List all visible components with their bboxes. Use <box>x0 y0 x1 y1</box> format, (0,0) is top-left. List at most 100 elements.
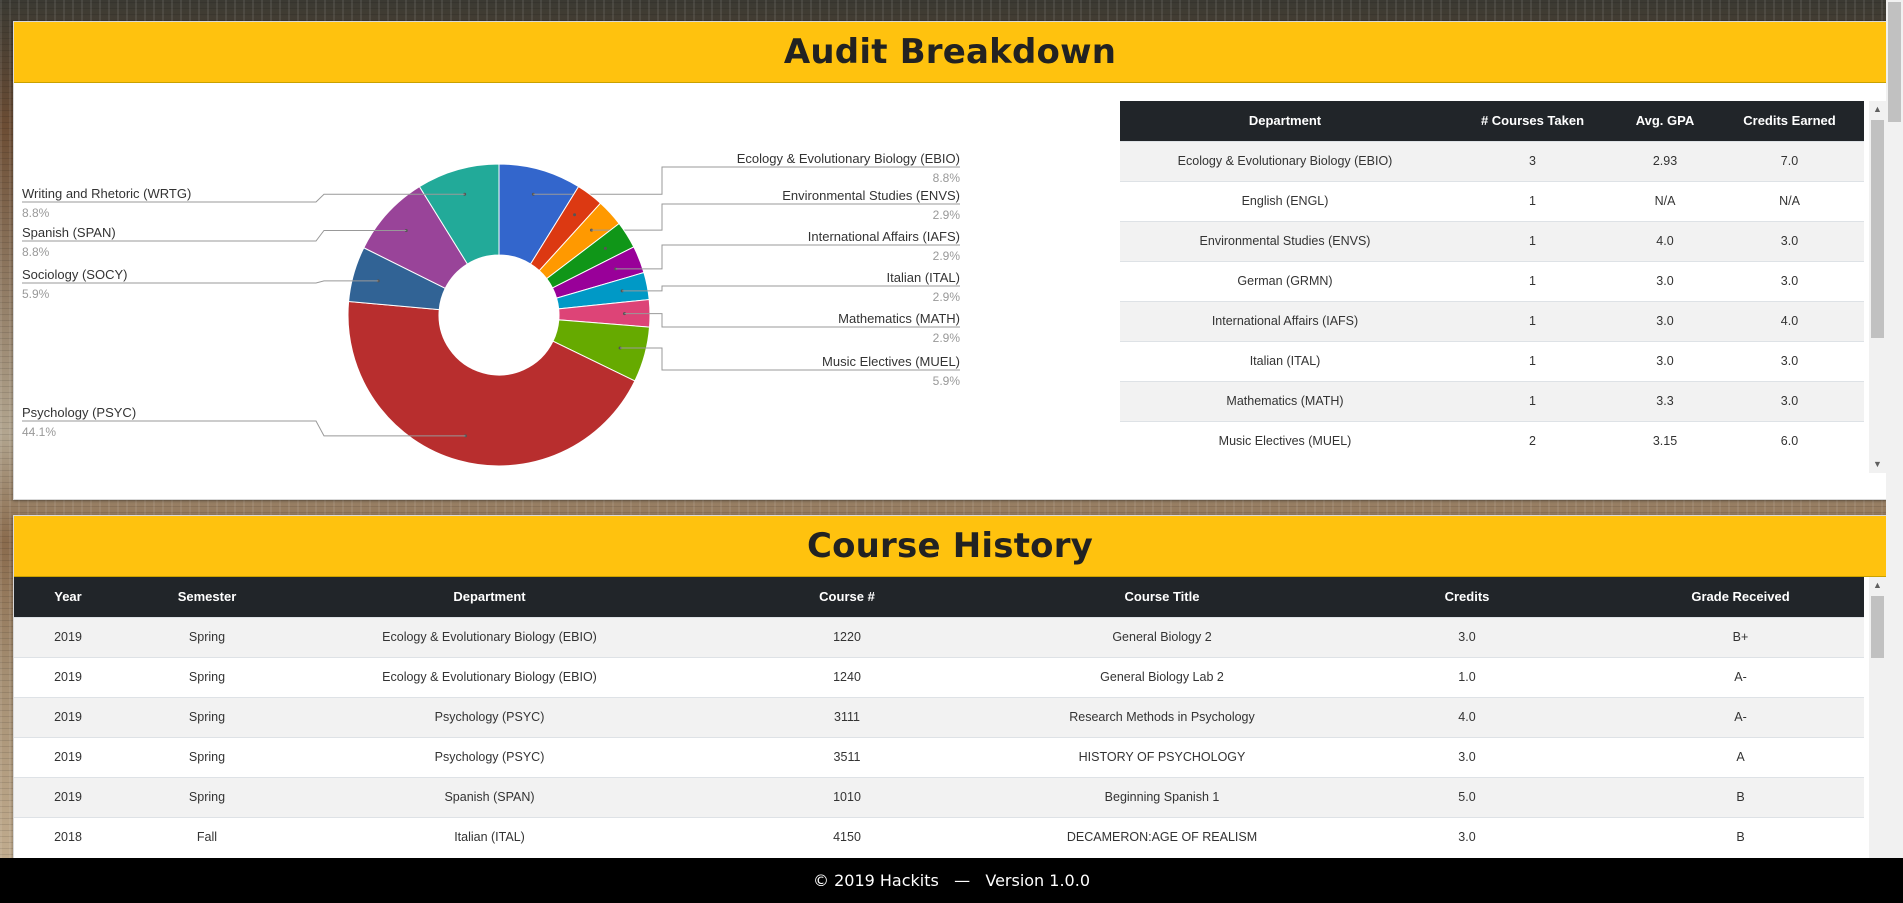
page-scrollbar[interactable] <box>1886 0 1903 858</box>
table-cell: Environmental Studies (ENVS) <box>1120 220 1450 261</box>
col-course-title[interactable]: Course Title <box>1007 577 1317 617</box>
table-cell: 3.15 <box>1615 420 1715 461</box>
history-table-container[interactable]: Year Semester Department Course # Course… <box>14 577 1864 859</box>
table-cell: 3111 <box>687 696 1007 737</box>
audit-breakdown-header: Audit Breakdown <box>14 22 1886 83</box>
table-cell: Italian (ITAL) <box>1120 340 1450 381</box>
table-cell: N/A <box>1715 180 1864 221</box>
table-cell: 2019 <box>14 656 122 697</box>
scroll-down-arrow-icon[interactable]: ▼ <box>1869 456 1886 473</box>
pie-slice-percent: 8.8% <box>22 245 50 259</box>
col-department[interactable]: Department <box>1120 101 1450 141</box>
pie-label-anchor <box>603 246 607 250</box>
audit-table-scrollbar[interactable]: ▲ ▼ <box>1869 101 1886 473</box>
table-cell: A <box>1617 736 1864 777</box>
col-course-number[interactable]: Course # <box>687 577 1007 617</box>
history-table-row[interactable]: 2019 Spring Psychology (PSYC) 3111 Research … <box>14 696 1864 737</box>
pie-leader-line <box>591 203 960 231</box>
table-cell: Psychology (PSYC) <box>292 736 687 777</box>
table-cell: 4.0 <box>1715 300 1864 341</box>
pie-slice-label: Environmental Studies (ENVS) <box>782 188 960 203</box>
table-cell: Spring <box>122 616 292 657</box>
donut-chart-svg: Ecology & Evolutionary Biology (EBIO) 8.8… <box>22 151 961 467</box>
audit-table-row[interactable]: Mathematics (MATH) 1 3.3 3.0 <box>1120 380 1864 421</box>
pie-slice-label: Mathematics (MATH) <box>838 311 960 326</box>
audit-breakdown-title: Audit Breakdown <box>783 32 1117 72</box>
scroll-thumb[interactable] <box>1871 120 1884 338</box>
table-cell: 1220 <box>687 616 1007 657</box>
history-table-scrollbar[interactable]: ▲ <box>1869 577 1886 859</box>
table-cell: International Affairs (IAFS) <box>1120 300 1450 341</box>
audit-table-row[interactable]: Italian (ITAL) 1 3.0 3.0 <box>1120 340 1864 381</box>
col-credits[interactable]: Credits <box>1317 577 1617 617</box>
audit-breakdown-card: Audit Breakdown Ecology & Evolutionary B… <box>13 21 1887 500</box>
table-cell: A- <box>1617 696 1864 737</box>
col-grade-received[interactable]: Grade Received <box>1617 577 1864 617</box>
audit-table-header-row: Department # Courses Taken Avg. GPA Cred… <box>1120 101 1864 141</box>
pie-label-anchor <box>573 213 577 217</box>
col-credits-earned[interactable]: Credits Earned <box>1715 101 1864 141</box>
table-cell: 3.0 <box>1715 380 1864 421</box>
table-cell: 1 <box>1450 340 1615 381</box>
table-cell: 1 <box>1450 220 1615 261</box>
history-table-row[interactable]: 2019 Spring Psychology (PSYC) 3511 HISTORY O… <box>14 736 1864 777</box>
history-table-header-row: Year Semester Department Course # Course… <box>14 577 1864 617</box>
table-cell: 1.0 <box>1317 656 1617 697</box>
audit-table-row[interactable]: Environmental Studies (ENVS) 1 4.0 3.0 <box>1120 220 1864 261</box>
audit-table-container[interactable]: Department # Courses Taken Avg. GPA Cred… <box>1120 101 1864 473</box>
table-cell: 3.0 <box>1715 340 1864 381</box>
table-cell: 3.0 <box>1317 816 1617 857</box>
table-cell: 1 <box>1450 300 1615 341</box>
pie-slice-label: International Affairs (IAFS) <box>808 229 960 244</box>
pie-slice-percent: 8.8% <box>933 171 961 185</box>
history-table-row[interactable]: 2019 Spring Ecology & Evolutionary Biology… <box>14 656 1864 697</box>
table-cell: 3.0 <box>1715 260 1864 301</box>
pie-slice-label: Ecology & Evolutionary Biology (EBIO) <box>737 151 960 166</box>
scroll-up-arrow-icon[interactable]: ▲ <box>1869 577 1886 594</box>
col-department[interactable]: Department <box>292 577 687 617</box>
table-cell: 6.0 <box>1715 420 1864 461</box>
scroll-up-arrow-icon[interactable]: ▲ <box>1869 101 1886 118</box>
pie-slice-percent: 2.9% <box>933 331 961 345</box>
audit-table-row[interactable]: English (ENGL) 1 N/A N/A <box>1120 180 1864 221</box>
table-cell: B <box>1617 816 1864 857</box>
table-cell: 2019 <box>14 736 122 777</box>
col-courses-taken[interactable]: # Courses Taken <box>1450 101 1615 141</box>
table-cell: Ecology & Evolutionary Biology (EBIO) <box>1120 140 1450 181</box>
col-avg-gpa[interactable]: Avg. GPA <box>1615 101 1715 141</box>
table-cell: HISTORY OF PSYCHOLOGY <box>1007 736 1317 777</box>
audit-table-row[interactable]: Music Electives (MUEL) 2 3.15 6.0 <box>1120 420 1864 461</box>
table-cell: 4150 <box>687 816 1007 857</box>
pie-slice-label: Spanish (SPAN) <box>22 225 116 240</box>
table-cell: 3511 <box>687 736 1007 777</box>
table-cell: 5.0 <box>1317 776 1617 817</box>
pie-leader-line <box>615 244 960 270</box>
scroll-thumb[interactable] <box>1871 596 1884 658</box>
table-cell: B <box>1617 776 1864 817</box>
table-cell: 3.0 <box>1317 616 1617 657</box>
table-cell: Fall <box>122 816 292 857</box>
pie-leader-line <box>622 285 960 292</box>
audit-table-row[interactable]: German (GRMN) 1 3.0 3.0 <box>1120 260 1864 301</box>
table-cell: Ecology & Evolutionary Biology (EBIO) <box>292 656 687 697</box>
department-donut-chart: Ecology & Evolutionary Biology (EBIO) 8.8… <box>14 84 1094 499</box>
table-cell: Psychology (PSYC) <box>292 696 687 737</box>
pie-slice-percent: 5.9% <box>22 287 50 301</box>
table-cell: German (GRMN) <box>1120 260 1450 301</box>
table-cell: 3.0 <box>1615 260 1715 301</box>
table-cell: A- <box>1617 656 1864 697</box>
table-cell: Research Methods in Psychology <box>1007 696 1317 737</box>
col-year[interactable]: Year <box>14 577 122 617</box>
history-table-row[interactable]: 2018 Fall Italian (ITAL) 4150 DECAMERON:AGE … <box>14 816 1864 857</box>
audit-table-row[interactable]: Ecology & Evolutionary Biology (EBIO) 3 2.… <box>1120 140 1864 181</box>
audit-table-row[interactable]: International Affairs (IAFS) 1 3.0 4.0 <box>1120 300 1864 341</box>
history-table-row[interactable]: 2019 Spring Spanish (SPAN) 1010 Beginning Sp… <box>14 776 1864 817</box>
history-table-row[interactable]: 2019 Spring Ecology & Evolutionary Biology… <box>14 616 1864 657</box>
col-semester[interactable]: Semester <box>122 577 292 617</box>
page-scroll-thumb[interactable] <box>1888 2 1901 122</box>
pie-slice-percent: 2.9% <box>933 249 961 263</box>
audit-table-body: Ecology & Evolutionary Biology (EBIO) 3 2.… <box>1120 140 1864 461</box>
table-cell: 1 <box>1450 180 1615 221</box>
pie-slice-percent: 44.1% <box>22 425 56 439</box>
table-cell: 3 <box>1450 140 1615 181</box>
